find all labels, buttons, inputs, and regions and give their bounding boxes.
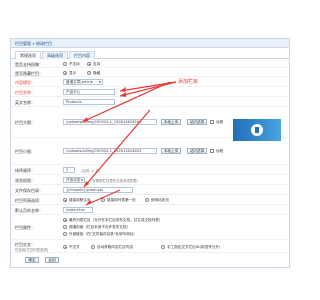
arrowhead-3 xyxy=(82,117,88,122)
arrow-to-big-image xyxy=(81,81,171,123)
arrow-to-english-name xyxy=(119,81,177,97)
arrow-to-save-dir xyxy=(83,109,151,188)
annotation-arrows xyxy=(81,81,177,206)
